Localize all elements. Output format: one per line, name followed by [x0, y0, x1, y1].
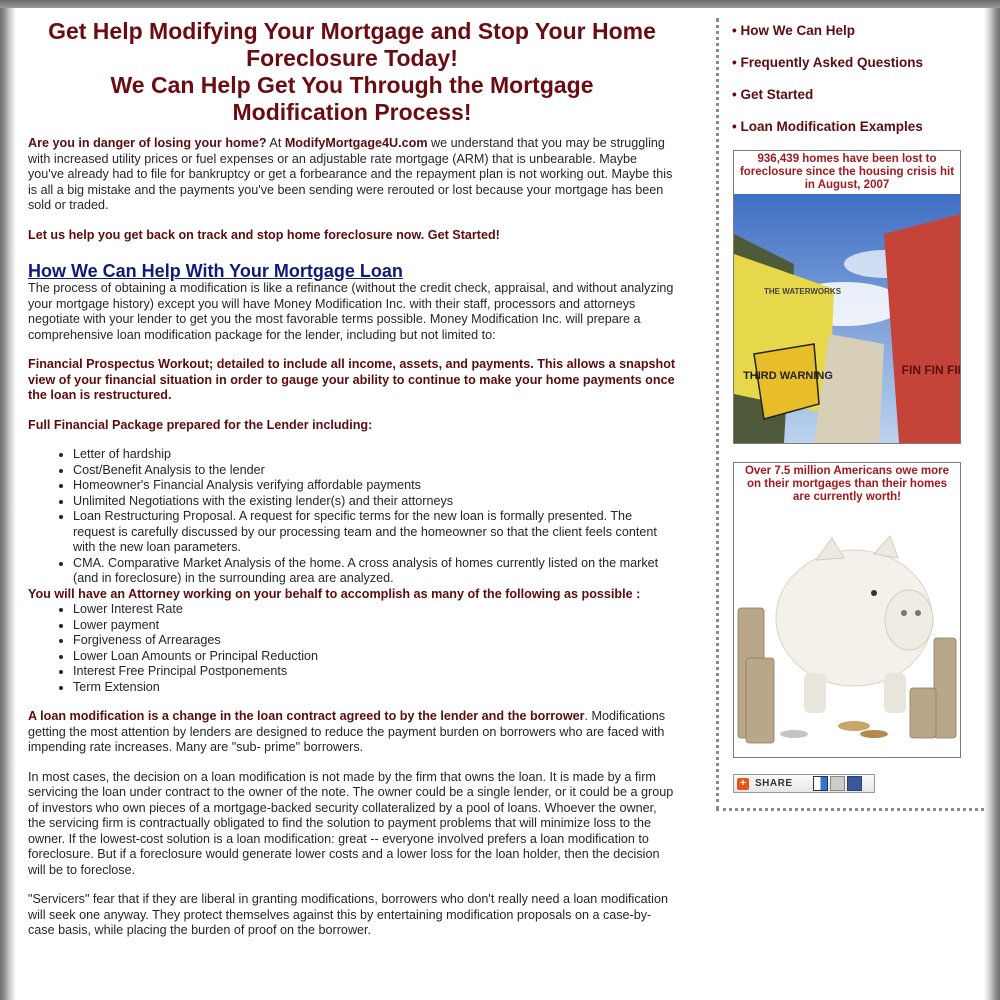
nav-link[interactable]: Loan Modification Examples: [740, 119, 922, 134]
foreclosure-ad[interactable]: 936,439 homes have been lost to foreclos…: [733, 150, 961, 444]
intro-at: At: [266, 136, 285, 150]
headline-line-4: Modification Process!: [232, 99, 472, 125]
ad-caption-underwater: Over 7.5 million Americans owe more on t…: [744, 465, 950, 503]
share-label: SHARE: [755, 778, 793, 789]
section-heading-how-we-can-help[interactable]: How We Can Help With Your Mortgage Loan: [28, 261, 676, 281]
nav-link[interactable]: Get Started: [740, 87, 813, 102]
envelope-text-fin: FIN FIN FIN: [902, 363, 960, 377]
page: Get Help Modifying Your Mortgage and Sto…: [16, 8, 984, 1000]
nav-item-get-started[interactable]: • Get Started: [732, 86, 923, 104]
list-item: Letter of hardship: [73, 447, 676, 463]
prospectus-paragraph: Financial Prospectus Workout; detailed t…: [28, 357, 676, 402]
underwater-mortgage-ad[interactable]: Over 7.5 million Americans owe more on t…: [733, 462, 961, 758]
sidebar-divider-vertical: [716, 18, 719, 810]
sidebar: • How We Can Help • Frequently Asked Que…: [716, 18, 984, 811]
list-item: Loan Restructuring Proposal. A request f…: [73, 509, 676, 556]
intro-lead: Are you in danger of losing your home?: [28, 136, 267, 150]
attorney-list: Lower Interest Rate Lower payment Forgiv…: [28, 602, 676, 695]
cases-paragraph: In most cases, the decision on a loan mo…: [28, 769, 674, 877]
site-name: ModifyMortgage4U.com: [284, 136, 428, 150]
list-item: Cost/Benefit Analysis to the lender: [73, 463, 676, 479]
intro-paragraph: Are you in danger of losing your home? A…: [28, 136, 676, 214]
headline-line-3: We Can Help Get You Through the Mortgage: [110, 72, 594, 98]
modification-paragraph: A loan modification is a change in the l…: [28, 709, 676, 756]
envelope-text-waterworks: THE WATERWORKS: [764, 287, 842, 296]
list-item: Interest Free Principal Postponements: [73, 664, 676, 680]
main-content: Get Help Modifying Your Mortgage and Sto…: [28, 18, 676, 953]
package-list: Letter of hardship Cost/Benefit Analysis…: [28, 447, 676, 587]
list-item: Forgiveness of Arrearages: [73, 633, 676, 649]
share-plus-icon: +: [737, 777, 749, 790]
process-paragraph: The process of obtaining a modification …: [28, 281, 674, 342]
servicers-paragraph: "Servicers" fear that if they are libera…: [28, 892, 668, 937]
modification-lead: A loan modification is a change in the l…: [28, 709, 585, 723]
sidebar-nav: • How We Can Help • Frequently Asked Que…: [732, 22, 923, 150]
attorney-heading: You will have an Attorney working on you…: [28, 586, 641, 601]
nav-item-how-we-can-help[interactable]: • How We Can Help: [732, 22, 923, 40]
nav-link[interactable]: How We Can Help: [740, 23, 855, 38]
share-button[interactable]: + SHARE: [733, 774, 875, 793]
get-started-cta[interactable]: Let us help you get back on track and st…: [28, 228, 676, 244]
delicious-icon[interactable]: [812, 776, 828, 791]
envelopes-image: THIRD WARNING THE WATERWORKS FIN FIN FIN: [734, 194, 960, 443]
ad-caption-foreclosures: 936,439 homes have been lost to foreclos…: [739, 153, 955, 191]
page-headline: Get Help Modifying Your Mortgage and Sto…: [28, 18, 676, 126]
piggy-bank-illustration: [734, 508, 960, 757]
envelope-text-warning: THIRD WARNING: [743, 370, 833, 382]
list-item: Lower payment: [73, 618, 676, 634]
list-item: Unlimited Negotiations with the existing…: [73, 494, 676, 510]
top-bar: [0, 0, 1000, 8]
list-item: Homeowner's Financial Analysis verifying…: [73, 478, 676, 494]
package-heading: Full Financial Package prepared for the …: [28, 417, 373, 432]
sidebar-divider-horizontal: [716, 808, 984, 811]
digg-icon[interactable]: [829, 776, 845, 791]
list-item: CMA. Comparative Market Analysis of the …: [73, 556, 676, 587]
headline-line-2: Foreclosure Today!: [246, 45, 458, 71]
nav-link[interactable]: Frequently Asked Questions: [740, 55, 923, 70]
list-item: Term Extension: [73, 680, 676, 696]
headline-line-1: Get Help Modifying Your Mortgage and Sto…: [48, 18, 656, 44]
piggy-bank-image: [734, 508, 960, 757]
envelopes-illustration: THIRD WARNING THE WATERWORKS FIN FIN FIN: [734, 194, 960, 443]
facebook-icon[interactable]: [846, 776, 862, 791]
nav-item-faq[interactable]: • Frequently Asked Questions: [732, 54, 923, 72]
list-item: Lower Loan Amounts or Principal Reductio…: [73, 649, 676, 665]
list-item: Lower Interest Rate: [73, 602, 676, 618]
nav-item-loan-examples[interactable]: • Loan Modification Examples: [732, 118, 923, 136]
